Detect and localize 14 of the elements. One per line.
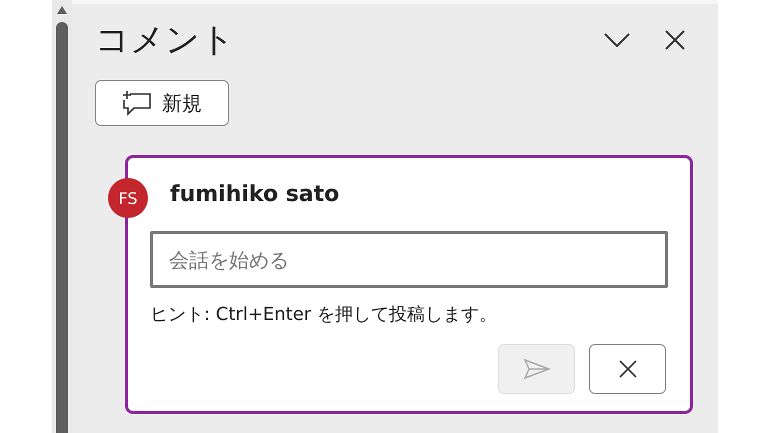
chevron-down-icon (604, 33, 630, 47)
close-icon (618, 360, 636, 378)
scrollbar-thumb[interactable] (56, 22, 68, 433)
scroll-up-icon[interactable] (57, 6, 67, 14)
comment-plus-icon (122, 90, 152, 116)
comment-input[interactable]: 会話を始める (150, 231, 668, 288)
panel-title: コメント (95, 19, 236, 62)
cancel-button[interactable] (589, 344, 666, 394)
author-name: fumihiko sato (170, 182, 340, 207)
hint-text: ヒント: Ctrl+Enter を押して投稿します。 (150, 303, 498, 326)
user-avatar: FS (108, 178, 148, 218)
close-icon (665, 30, 685, 50)
new-comment-button[interactable]: 新規 (95, 80, 229, 126)
send-icon (522, 358, 550, 380)
